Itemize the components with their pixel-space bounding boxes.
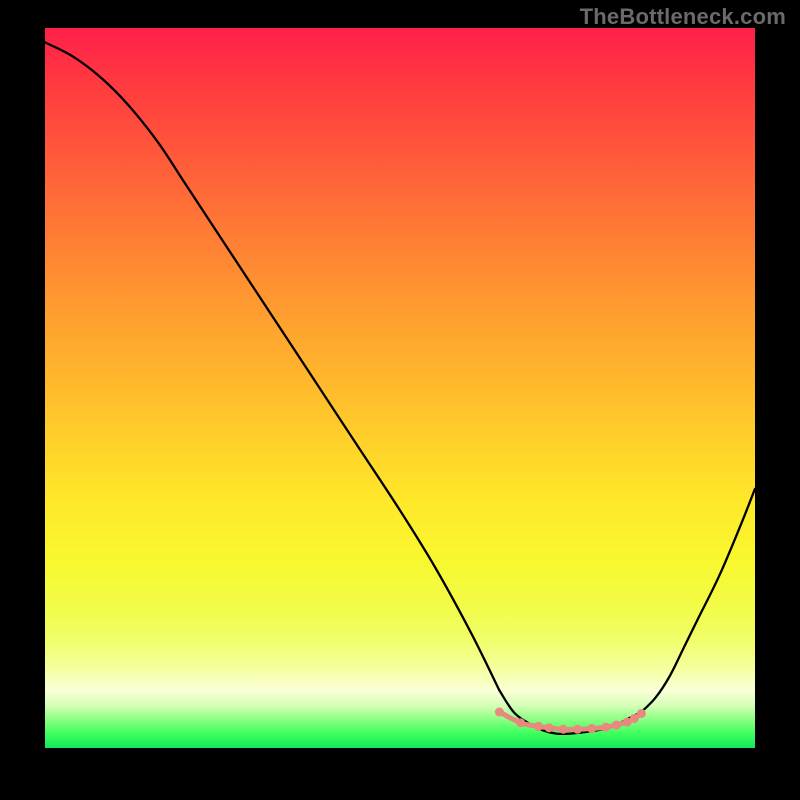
watermark-text: TheBottleneck.com xyxy=(580,4,786,30)
tick-dot xyxy=(545,723,554,732)
curve-left-descent xyxy=(45,42,499,690)
tick-dot xyxy=(637,709,646,718)
tick-dot xyxy=(573,725,582,734)
tick-dot xyxy=(495,708,504,717)
tick-dot xyxy=(601,723,610,732)
chart-frame: TheBottleneck.com xyxy=(0,0,800,800)
tick-dot xyxy=(534,722,543,731)
tick-dot xyxy=(559,725,568,734)
tick-dot xyxy=(612,720,621,729)
tick-dot xyxy=(587,724,596,733)
plot-area xyxy=(45,28,755,748)
curve-right-ascent xyxy=(641,489,755,712)
chart-svg xyxy=(45,28,755,748)
tick-dot xyxy=(516,718,525,727)
